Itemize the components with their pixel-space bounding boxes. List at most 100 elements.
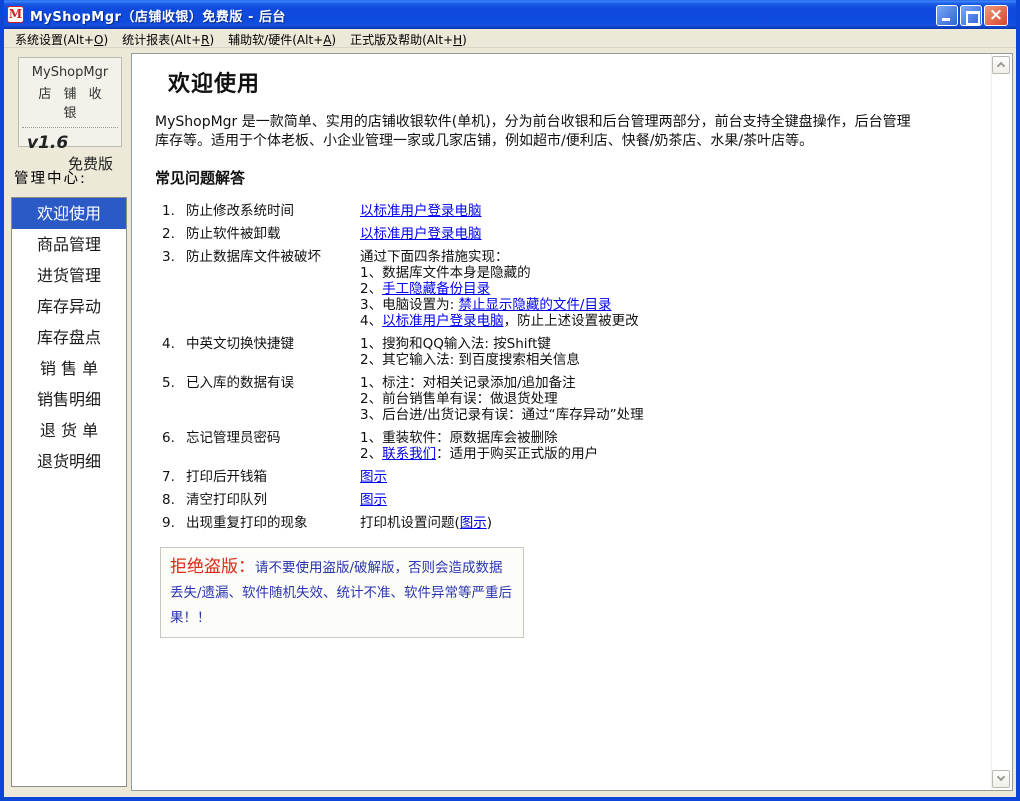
menu-item-3[interactable]: 辅助软/硬件(Alt+A) bbox=[221, 31, 343, 50]
logo-subtitle: 店 铺 收 银 bbox=[22, 80, 118, 128]
faq-row-9: 9. 出现重复打印的现象 打印机设置问题(图示) bbox=[162, 515, 882, 531]
menu-bar: 系统设置(Alt+O) 统计报表(Alt+R) 辅助软/硬件(Alt+A) 正式版及帮… bbox=[4, 29, 1016, 48]
faq-number: 7. bbox=[162, 469, 175, 485]
title-bar[interactable]: M MyShopMgr（店铺收银）免费版 - 后台 bbox=[4, 0, 1016, 29]
faq-section-title: 常见问题解答 bbox=[155, 169, 246, 187]
piracy-warning-box: 拒绝盗版：请不要使用盗版/破解版，否则会造成数据丢失/遗漏、软件随机失效、统计不… bbox=[160, 547, 524, 638]
faq-answer-line: 2、联系我们：适用于购买正式版的用户 bbox=[360, 446, 882, 462]
faq-link[interactable]: 图示 bbox=[460, 515, 487, 531]
faq-row-2: 2. 防止软件被卸载 以标准用户登录电脑 bbox=[162, 226, 882, 242]
faq-answer-line: 2、手工隐藏备份目录 bbox=[360, 281, 882, 297]
faq-answer: 1、搜狗和QQ输入法: 按Shift键 2、其它输入法: 到百度搜索相关信息 bbox=[360, 336, 882, 368]
faq-answer-text: 1、重装软件：原数据库会被删除 bbox=[360, 430, 558, 446]
faq-answer-text: 1、数据库文件本身是隐藏的 bbox=[360, 265, 531, 281]
faq-answer-text: 3、电脑设置为: bbox=[360, 297, 459, 313]
maximize-button[interactable] bbox=[960, 5, 982, 26]
faq-link[interactable]: 禁止显示隐藏的文件/目录 bbox=[458, 297, 611, 313]
faq-link[interactable]: 以标准用户登录电脑 bbox=[382, 313, 504, 329]
faq-list: 1. 防止修改系统时间 以标准用户登录电脑 2. 防止软件被卸载 以标准用户登录电脑 3. 防… bbox=[162, 203, 882, 538]
sidebar-item-1[interactable]: 欢迎使用 bbox=[12, 198, 126, 229]
faq-answer: 以标准用户登录电脑 bbox=[360, 203, 882, 219]
close-button[interactable] bbox=[984, 5, 1008, 26]
faq-answer-text: 打印机设置问题( bbox=[360, 515, 460, 531]
page-title: 欢迎使用 bbox=[168, 72, 261, 97]
faq-answer-line: 打印机设置问题(图示) bbox=[360, 515, 882, 531]
faq-answer-line: 图示 bbox=[360, 469, 882, 485]
menu-item-2[interactable]: 统计报表(Alt+R) bbox=[115, 31, 221, 50]
faq-answer: 以标准用户登录电脑 bbox=[360, 226, 882, 242]
faq-link[interactable]: 手工隐藏备份目录 bbox=[382, 281, 490, 297]
content-panel: 欢迎使用 MyShopMgr 是一款简单、实用的店铺收银软件(单机)，分为前台收… bbox=[131, 53, 1013, 791]
faq-number: 2. bbox=[162, 226, 175, 242]
chevron-up-icon bbox=[996, 61, 1006, 71]
faq-number: 5. bbox=[162, 375, 175, 391]
app-logo: MyShopMgr 店 铺 收 银 v1.6 免费版 bbox=[18, 57, 122, 173]
faq-row-8: 8. 清空打印队列 图示 bbox=[162, 492, 882, 508]
faq-answer-line: 3、电脑设置为: 禁止显示隐藏的文件/目录 bbox=[360, 297, 882, 313]
app-window: M MyShopMgr（店铺收银）免费版 - 后台 系统设置(Alt+O)统计报… bbox=[0, 0, 1020, 801]
faq-link[interactable]: 以标准用户登录电脑 bbox=[360, 226, 482, 242]
faq-link[interactable]: 图示 bbox=[360, 469, 387, 485]
faq-answer-line: 以标准用户登录电脑 bbox=[360, 226, 882, 242]
faq-answer-line: 图示 bbox=[360, 492, 882, 508]
menu-item-4[interactable]: 正式版及帮助(Alt+H) bbox=[343, 31, 474, 50]
faq-answer-line: 2、前台销售单有误：做退货处理 bbox=[360, 391, 882, 407]
faq-answer: 通过下面四条措施实现： 1、数据库文件本身是隐藏的 2、手工隐藏备份目录 3、电脑设置… bbox=[360, 249, 882, 329]
faq-answer: 图示 bbox=[360, 492, 882, 508]
faq-answer-line: 4、以标准用户登录电脑，防止上述设置被更改 bbox=[360, 313, 882, 329]
faq-question: 防止修改系统时间 bbox=[186, 203, 294, 219]
faq-question: 已入库的数据有误 bbox=[186, 375, 294, 391]
menu-item-1[interactable]: 系统设置(Alt+O) bbox=[8, 31, 115, 50]
faq-answer-text: 2、 bbox=[360, 446, 383, 462]
faq-answer-line: 1、重装软件：原数据库会被删除 bbox=[360, 430, 882, 446]
chevron-down-icon bbox=[996, 772, 1006, 782]
faq-question: 清空打印队列 bbox=[186, 492, 267, 508]
faq-answer-line: 3、后台进/出货记录有误：通过“库存异动”处理 bbox=[360, 407, 882, 423]
scroll-up-button[interactable] bbox=[992, 56, 1010, 74]
faq-question: 打印后开钱箱 bbox=[186, 469, 267, 485]
faq-link[interactable]: 联系我们 bbox=[382, 446, 436, 462]
sidebar-item-8[interactable]: 退 货 单 bbox=[12, 415, 126, 446]
faq-answer: 1、重装软件：原数据库会被删除 2、联系我们：适用于购买正式版的用户 bbox=[360, 430, 882, 462]
faq-answer-text: 3、后台进/出货记录有误：通过“库存异动”处理 bbox=[360, 407, 644, 423]
sidebar-item-4[interactable]: 库存异动 bbox=[12, 291, 126, 322]
faq-row-5: 5. 已入库的数据有误 1、标注：对相关记录添加/追加备注 2、前台销售单有误：做退货… bbox=[162, 375, 882, 423]
faq-link[interactable]: 图示 bbox=[360, 492, 387, 508]
vertical-scrollbar[interactable] bbox=[991, 54, 1012, 790]
faq-question: 中英文切换快捷键 bbox=[186, 336, 294, 352]
faq-number: 6. bbox=[162, 430, 175, 446]
sidebar-item-7[interactable]: 销售明细 bbox=[12, 384, 126, 415]
faq-answer-line: 2、其它输入法: 到百度搜索相关信息 bbox=[360, 352, 882, 368]
faq-number: 3. bbox=[162, 249, 175, 265]
sidebar-item-6[interactable]: 销 售 单 bbox=[12, 353, 126, 384]
sidebar-item-2[interactable]: 商品管理 bbox=[12, 229, 126, 260]
sidebar-nav-list: 欢迎使用 商品管理 进货管理 库存异动 库存盘点销 售 单销售明细退 货 单退货明细 bbox=[11, 197, 127, 787]
faq-question: 防止数据库文件被破坏 bbox=[186, 249, 321, 265]
sidebar-item-3[interactable]: 进货管理 bbox=[12, 260, 126, 291]
faq-answer-text: ，防止上述设置被更改 bbox=[503, 313, 639, 329]
faq-answer-text: 2、 bbox=[360, 281, 383, 297]
faq-answer-text: 1、搜狗和QQ输入法: 按Shift键 bbox=[360, 336, 551, 352]
faq-number: 8. bbox=[162, 492, 175, 508]
faq-answer-text: ：适用于购买正式版的用户 bbox=[436, 446, 599, 462]
faq-question: 防止软件被卸载 bbox=[186, 226, 281, 242]
sidebar-item-9[interactable]: 退货明细 bbox=[12, 446, 126, 477]
faq-answer-line: 1、数据库文件本身是隐藏的 bbox=[360, 265, 882, 281]
faq-answer: 打印机设置问题(图示) bbox=[360, 515, 882, 531]
faq-row-7: 7. 打印后开钱箱 图示 bbox=[162, 469, 882, 485]
logo-version: v1.6 bbox=[27, 133, 69, 153]
minimize-button[interactable] bbox=[936, 5, 958, 26]
faq-answer-text: 1、标注：对相关记录添加/追加备注 bbox=[360, 375, 576, 391]
faq-answer-line: 以标准用户登录电脑 bbox=[360, 203, 882, 219]
scroll-down-button[interactable] bbox=[992, 770, 1010, 788]
sidebar-section-label: 管理中心: bbox=[14, 171, 87, 187]
faq-link[interactable]: 以标准用户登录电脑 bbox=[360, 203, 482, 219]
faq-answer-line: 1、标注：对相关记录添加/追加备注 bbox=[360, 375, 882, 391]
faq-answer-line: 1、搜狗和QQ输入法: 按Shift键 bbox=[360, 336, 882, 352]
faq-answer-text: 通过下面四条措施实现： bbox=[360, 249, 509, 265]
faq-number: 9. bbox=[162, 515, 175, 531]
window-title: MyShopMgr（店铺收银）免费版 - 后台 bbox=[30, 10, 286, 25]
faq-answer-text: ) bbox=[486, 515, 493, 531]
sidebar-item-5[interactable]: 库存盘点 bbox=[12, 322, 126, 353]
piracy-warning-label: 拒绝盗版： bbox=[170, 557, 255, 577]
